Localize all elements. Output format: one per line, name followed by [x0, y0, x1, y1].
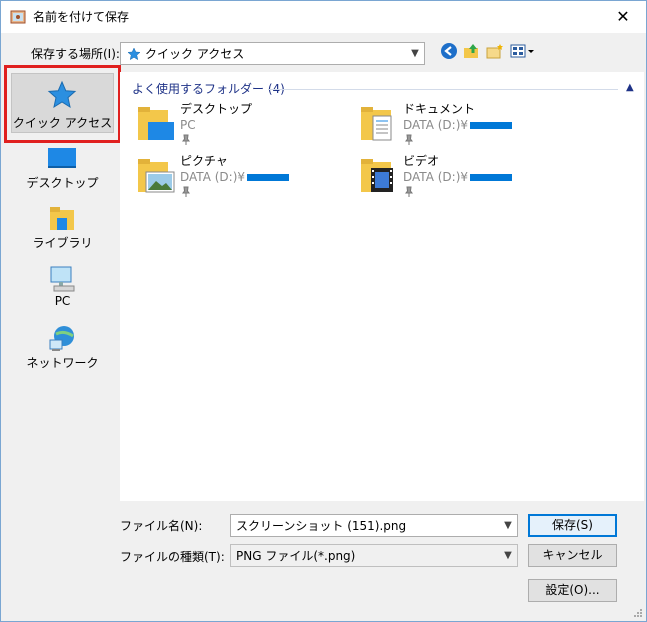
location-combo[interactable]: クイック アクセス ▼: [120, 42, 425, 65]
chevron-up-icon[interactable]: ▲: [626, 82, 634, 93]
back-icon: [441, 43, 457, 59]
pin-icon: [182, 186, 190, 197]
library-icon: [50, 207, 74, 230]
close-button[interactable]: ✕: [600, 1, 646, 31]
up-folder-button[interactable]: [463, 42, 483, 62]
pc-icon: [50, 266, 75, 292]
nav-label: デスクトップ: [26, 176, 99, 190]
back-button[interactable]: [440, 42, 460, 62]
cancel-button[interactable]: キャンセル: [528, 544, 617, 567]
settings-button[interactable]: 設定(O)...: [528, 579, 617, 602]
network-icon: [49, 326, 74, 351]
location-label: 保存する場所(I):: [31, 47, 120, 61]
save-button[interactable]: 保存(S): [528, 514, 617, 537]
nav-item-network[interactable]: ネットワーク: [6, 324, 119, 379]
group-header[interactable]: よく使用するフォルダー (4): [132, 82, 285, 96]
group-divider: [268, 89, 618, 90]
up-folder-icon: [464, 44, 478, 58]
chevron-down-icon[interactable]: ▼: [406, 43, 424, 64]
folder-location: DATA (D:)¥: [180, 170, 290, 185]
file-list-pane[interactable]: よく使用するフォルダー (4) ▲ デスクトップ PC ドキュメント DATA …: [120, 72, 644, 501]
redaction-bar: [247, 174, 290, 181]
nav-label: ライブラリ: [32, 236, 93, 250]
pin-icon: [182, 134, 190, 145]
resize-grip-icon[interactable]: [633, 608, 643, 618]
folder-location: DATA (D:)¥: [403, 118, 513, 133]
folder-item-documents[interactable]: ドキュメント DATA (D:)¥: [357, 102, 557, 150]
nav-item-desktop[interactable]: デスクトップ: [6, 144, 119, 199]
highlight-annotation: [4, 65, 121, 143]
desktop-folder-icon: [138, 107, 174, 140]
nav-label: PC: [54, 294, 71, 308]
new-folder-button[interactable]: [486, 42, 506, 62]
folder-location-text: DATA (D:)¥: [403, 118, 469, 132]
nav-item-library[interactable]: ライブラリ: [6, 204, 119, 259]
app-icon: [10, 10, 26, 24]
folder-location: PC: [180, 118, 196, 132]
view-menu-button[interactable]: [509, 42, 537, 62]
folder-location-text: DATA (D:)¥: [403, 170, 469, 184]
close-icon: ✕: [616, 6, 630, 26]
nav-label: ネットワーク: [26, 356, 99, 370]
filename-label: ファイル名(N):: [120, 519, 203, 533]
folder-name: ドキュメント: [403, 102, 476, 116]
folder-name: ピクチャ: [180, 154, 228, 168]
folder-item-videos[interactable]: ビデオ DATA (D:)¥: [357, 154, 557, 202]
redaction-bar: [470, 122, 513, 129]
folder-location: DATA (D:)¥: [403, 170, 513, 185]
new-folder-icon: [486, 44, 503, 59]
pictures-folder-icon: [138, 159, 175, 193]
chevron-down-icon[interactable]: ▼: [499, 515, 517, 536]
desktop-icon: [48, 148, 76, 168]
view-menu-icon: [510, 44, 534, 58]
filetype-value: PNG ファイル(*.png): [236, 549, 356, 563]
documents-folder-icon: [361, 107, 392, 141]
folder-item-pictures[interactable]: ピクチャ DATA (D:)¥: [134, 154, 334, 202]
pin-icon: [405, 186, 413, 197]
chevron-down-icon[interactable]: ▼: [499, 545, 517, 566]
folder-location-text: DATA (D:)¥: [180, 170, 246, 184]
pin-icon: [405, 134, 413, 145]
videos-folder-icon: [361, 159, 393, 192]
folder-item-desktop[interactable]: デスクトップ PC: [134, 102, 334, 150]
location-value: クイック アクセス: [145, 47, 245, 61]
folder-name: デスクトップ: [180, 102, 253, 116]
redaction-bar: [470, 174, 513, 181]
save-as-dialog: 名前を付けて保存 ✕ 保存する場所(I): クイック アクセス ▼ クイック ア…: [0, 0, 647, 622]
title-bar: 名前を付けて保存 ✕: [1, 1, 646, 33]
nav-item-pc[interactable]: PC: [6, 264, 119, 319]
filetype-select[interactable]: PNG ファイル(*.png) ▼: [230, 544, 518, 567]
filetype-label: ファイルの種類(T):: [120, 550, 225, 564]
filename-value: スクリーンショット (151).png: [236, 519, 407, 533]
filename-input[interactable]: スクリーンショット (151).png ▼: [230, 514, 518, 537]
window-title: 名前を付けて保存: [33, 10, 130, 24]
folder-name: ビデオ: [403, 154, 440, 168]
star-icon: [127, 47, 141, 61]
